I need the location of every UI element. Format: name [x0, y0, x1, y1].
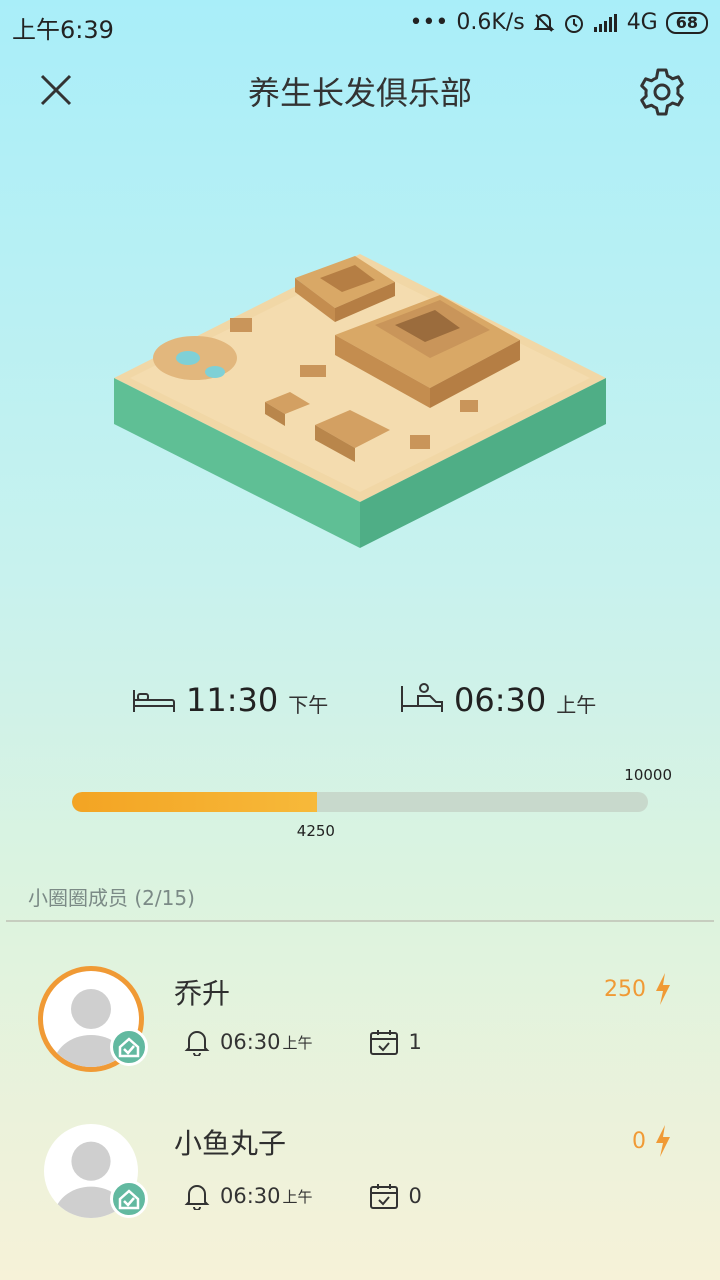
progress-max-label: 10000 — [624, 766, 672, 784]
mute-icon — [533, 13, 555, 32]
member-row[interactable]: 乔升 06:30 上午 1 250 — [0, 952, 720, 1082]
progress-fill — [72, 792, 317, 812]
calendar-check-icon — [369, 1184, 398, 1209]
member-name: 小鱼丸子 — [174, 1127, 287, 1160]
checkin-count: 1 — [408, 1030, 422, 1054]
score-value: 250 — [604, 976, 646, 1002]
battery-indicator: 68 — [665, 11, 708, 34]
member-score: 250 — [604, 972, 672, 1006]
signal-icon — [593, 13, 617, 32]
progress-current-label: 4250 — [296, 822, 335, 840]
home-check-badge-icon — [110, 1180, 148, 1218]
status-indicators: ••• 0.6K/s 4G 68 — [409, 10, 708, 35]
alarm-period: 上午 — [282, 1033, 313, 1052]
checkin-count: 0 — [408, 1184, 422, 1208]
member-row[interactable]: 小鱼丸子 06:30 上午 0 0 — [0, 1106, 720, 1236]
alarm-time: 06:30 — [220, 1184, 281, 1208]
score-value: 0 — [632, 1128, 646, 1154]
wake-up-bed-icon — [401, 683, 443, 712]
member-meta: 06:30 上午 0 — [184, 1182, 422, 1210]
alarm-time: 06:30 — [220, 1030, 281, 1054]
page-title: 养生长发俱乐部 — [247, 74, 472, 112]
member-score: 0 — [632, 1124, 672, 1158]
members-section-title: 小圈圈成员 (2/15) — [28, 886, 195, 910]
lightning-icon — [656, 1125, 670, 1157]
bell-icon — [184, 1185, 210, 1210]
more-dots: ••• — [409, 10, 449, 35]
network-speed: 0.6K/s — [456, 10, 525, 35]
sleep-period: 下午 — [288, 693, 329, 717]
calendar-check-icon — [369, 1030, 398, 1055]
home-check-badge-icon — [110, 1028, 148, 1066]
network-type: 4G — [626, 10, 658, 35]
alarm-icon — [564, 14, 583, 33]
wake-period: 上午 — [556, 693, 597, 717]
alarm-period: 上午 — [282, 1187, 313, 1206]
bed-icon — [133, 690, 175, 712]
wake-time-group: 06:30 上午 — [400, 680, 596, 720]
sleep-time: 11:30 — [186, 681, 279, 719]
sleep-time-group: 11:30 下午 — [132, 680, 328, 720]
wake-time: 06:30 — [454, 681, 547, 719]
status-time: 上午6:39 — [12, 16, 114, 44]
desert-island-illustration — [114, 254, 606, 548]
gear-icon[interactable] — [636, 66, 688, 118]
bell-icon — [184, 1031, 210, 1056]
member-name: 乔升 — [174, 977, 231, 1010]
divider — [6, 920, 714, 922]
member-meta: 06:30 上午 1 — [184, 1028, 422, 1056]
lightning-icon — [656, 973, 670, 1005]
progress-bar — [72, 792, 648, 812]
status-bar: 上午6:39 ••• 0.6K/s 4G 68 — [0, 0, 720, 50]
